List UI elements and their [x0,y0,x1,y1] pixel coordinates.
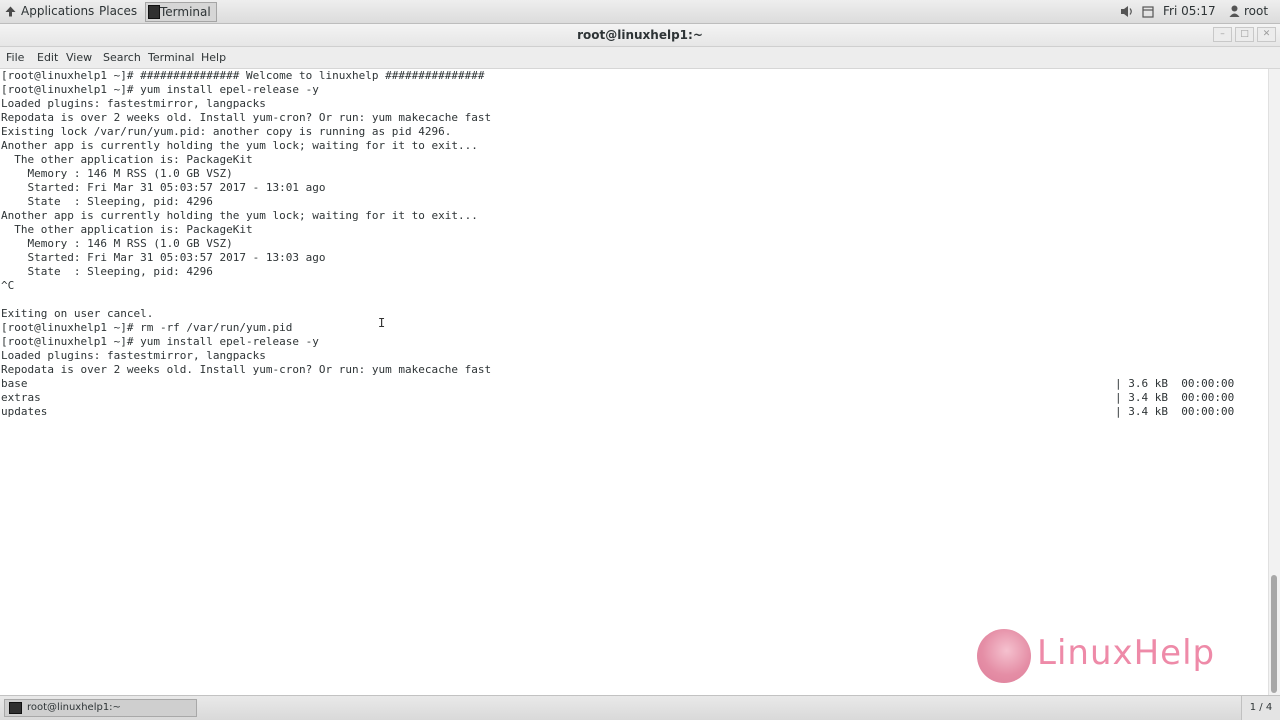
terminal-line: The other application is: PackageKit [1,223,253,236]
scrollbar-thumb[interactable] [1271,575,1277,693]
window-list-item[interactable]: root@linuxhelp1:~ [4,699,197,717]
places-menu[interactable]: Places [99,0,137,23]
terminal-line: updates [1,405,48,418]
calendar-icon [1142,6,1154,18]
logo-emblem [977,629,1031,683]
top-bar: Applications Places Terminal Fri 05:17 r… [0,0,1280,24]
terminal-line: [root@linuxhelp1 ~]# ############### Wel… [1,69,485,82]
terminal-line: State : Sleeping, pid: 4296 [1,265,213,278]
menu-file[interactable]: File [6,47,24,69]
download-progress-line: | 3.6 kB 00:00:00 [1115,377,1235,390]
window-list-label: root@linuxhelp1:~ [27,702,121,713]
window-titlebar[interactable]: root@linuxhelp1:~ – □ ✕ [0,24,1280,47]
close-button[interactable]: ✕ [1257,27,1276,42]
volume-icon[interactable] [1120,5,1134,18]
user-menu[interactable]: root [1244,0,1268,23]
logo-text: LinuxHelp [1037,633,1216,673]
terminal-line: Repodata is over 2 weeks old. Install yu… [1,363,492,376]
terminal-line: Another app is currently holding the yum… [1,139,478,152]
terminal-line: Another app is currently holding the yum… [1,209,478,222]
terminal-line: Memory : 146 M RSS (1.0 GB VSZ) [1,237,233,250]
menu-bar: File Edit View Search Terminal Help [0,47,1280,69]
terminal-line: [root@linuxhelp1 ~]# rm -rf /var/run/yum… [1,321,293,334]
applications-icon [5,6,16,17]
terminal-line: base [1,377,28,390]
terminal-line: ^C [1,279,15,292]
user-icon [1229,5,1240,17]
terminal-line: extras [1,391,41,404]
terminal-task-button[interactable]: Terminal [145,2,217,22]
terminal-line: Loaded plugins: fastestmirror, langpacks [1,97,266,110]
terminal-line: Repodata is over 2 weeks old. Install yu… [1,111,492,124]
terminal-line: Existing lock /var/run/yum.pid: another … [1,125,452,138]
clock[interactable]: Fri 05:17 [1163,0,1216,23]
minimize-button[interactable]: – [1213,27,1232,42]
linuxhelp-logo: LinuxHelp [975,627,1235,689]
terminal-line: State : Sleeping, pid: 4296 [1,195,213,208]
terminal-line: Started: Fri Mar 31 05:03:57 2017 - 13:0… [1,251,326,264]
terminal-line: Started: Fri Mar 31 05:03:57 2017 - 13:0… [1,181,326,194]
download-progress-line: | 3.4 kB 00:00:00 [1115,405,1235,418]
terminal-task-label: Terminal [160,5,211,19]
terminal-line: Memory : 146 M RSS (1.0 GB VSZ) [1,167,233,180]
menu-terminal[interactable]: Terminal [148,47,195,69]
terminal-icon [148,5,160,19]
vertical-scrollbar[interactable] [1268,69,1280,695]
applications-menu[interactable]: Applications [21,0,94,23]
window-title: root@linuxhelp1:~ [577,28,703,42]
terminal-icon [9,702,22,714]
bottom-taskbar: root@linuxhelp1:~ 1 / 4 [0,695,1280,720]
terminal-output[interactable]: I [root@linuxhelp1 ~]# ############### W… [0,69,1268,695]
maximize-button[interactable]: □ [1235,27,1254,42]
terminal-line: Exiting on user cancel. [1,307,154,320]
workspace-indicator[interactable]: 1 / 4 [1241,696,1280,720]
menu-search[interactable]: Search [103,47,141,69]
menu-edit[interactable]: Edit [37,47,58,69]
download-progress-line: | 3.4 kB 00:00:00 [1115,391,1235,404]
menu-help[interactable]: Help [201,47,226,69]
menu-view[interactable]: View [66,47,92,69]
terminal-line: The other application is: PackageKit [1,153,253,166]
text-cursor-icon: I [378,316,386,330]
terminal-line: [root@linuxhelp1 ~]# yum install epel-re… [1,83,319,96]
terminal-line: Loaded plugins: fastestmirror, langpacks [1,349,266,362]
terminal-line: [root@linuxhelp1 ~]# yum install epel-re… [1,335,319,348]
